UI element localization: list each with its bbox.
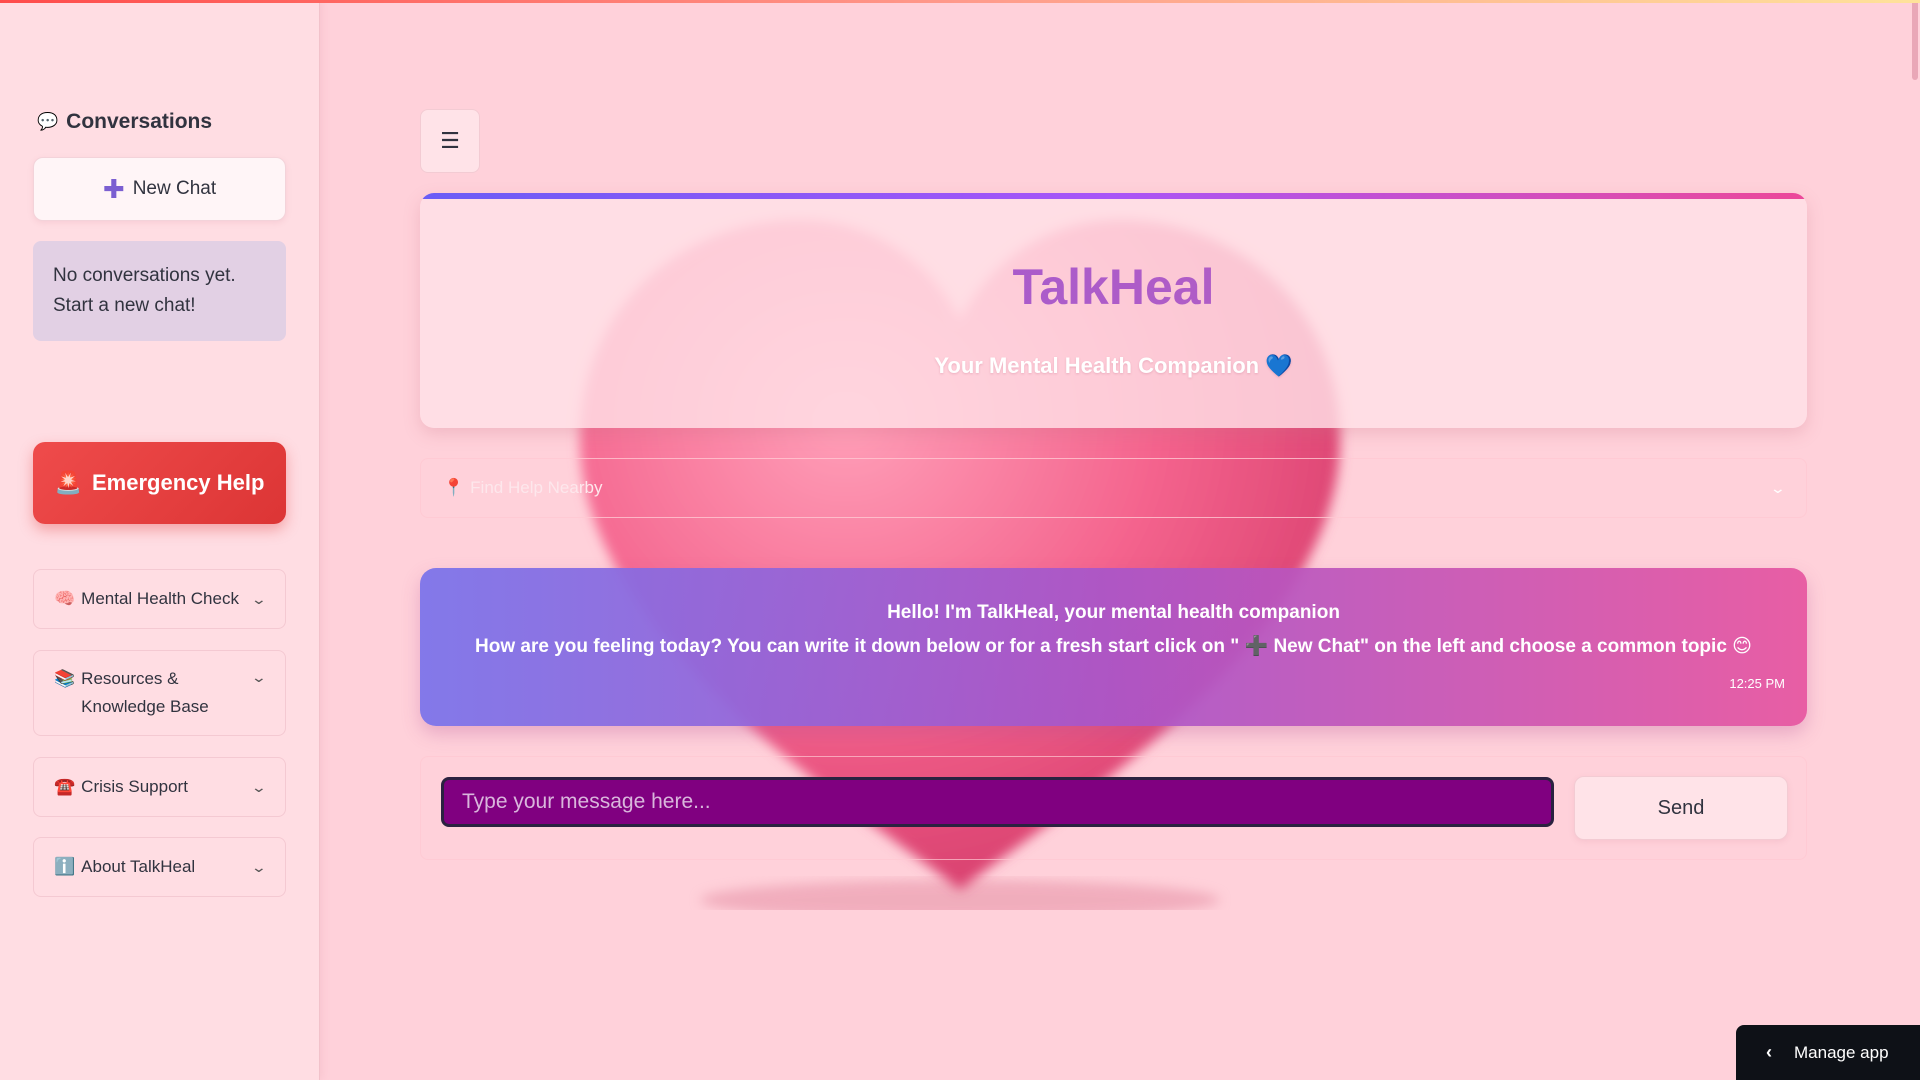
info-icon: ℹ️ bbox=[54, 857, 76, 876]
brain-icon: 🧠 bbox=[54, 589, 76, 608]
chevron-down-icon: ⌄ bbox=[1769, 479, 1787, 496]
message-greeting: Hello! I'm TalkHeal, your mental health … bbox=[887, 602, 1340, 623]
app-title: TalkHeal bbox=[420, 258, 1807, 316]
no-conversations-notice: No conversations yet. Start a new chat! bbox=[33, 241, 286, 341]
chevron-left-icon: ‹ bbox=[1766, 1042, 1772, 1062]
top-decoration-strip bbox=[0, 0, 1920, 3]
message-timestamp: 12:25 PM bbox=[1729, 676, 1785, 691]
app-subtitle: Your Mental Health Companion 💙 bbox=[934, 353, 1293, 378]
expander-resources[interactable]: 📚 Resources & Knowledge Base ⌄ bbox=[33, 650, 286, 736]
manage-app-label: Manage app bbox=[1794, 1042, 1889, 1062]
plus-icon: ✚ bbox=[102, 174, 125, 204]
manage-app-button[interactable]: ‹ Manage app bbox=[1736, 1025, 1920, 1080]
chevron-down-icon: ⌄ bbox=[250, 778, 268, 795]
scrollbar[interactable] bbox=[1912, 0, 1918, 80]
telephone-icon: ☎️ bbox=[54, 777, 76, 796]
speech-bubble-icon: 💬 bbox=[37, 112, 59, 131]
expander-label: Resources & Knowledge Base bbox=[81, 669, 209, 716]
emergency-help-button[interactable]: 🚨 Emergency Help bbox=[33, 442, 286, 524]
expander-label: Crisis Support bbox=[81, 777, 188, 796]
chat-input-form: Send bbox=[420, 756, 1807, 860]
expander-label: Mental Health Check bbox=[81, 589, 239, 608]
conversations-title: Conversations bbox=[66, 110, 213, 133]
header-card: TalkHeal Your Mental Health Companion 💙 bbox=[420, 193, 1807, 428]
expander-mental-health-check[interactable]: 🧠 Mental Health Check ⌄ bbox=[33, 569, 286, 629]
find-help-label: Find Help Nearby bbox=[470, 478, 603, 497]
books-icon: 📚 bbox=[54, 669, 76, 688]
pin-icon: 📍 bbox=[443, 478, 465, 497]
hamburger-icon: ☰ bbox=[440, 128, 460, 153]
new-chat-label: New Chat bbox=[132, 178, 217, 199]
menu-toggle-button[interactable]: ☰ bbox=[420, 109, 480, 173]
find-help-nearby-expander[interactable]: 📍 Find Help Nearby ⌄ bbox=[420, 458, 1807, 518]
expander-crisis-support[interactable]: ☎️ Crisis Support ⌄ bbox=[33, 757, 286, 817]
emergency-help-label: Emergency Help bbox=[92, 470, 265, 495]
send-button[interactable]: Send bbox=[1574, 776, 1788, 840]
siren-icon: 🚨 bbox=[54, 470, 82, 495]
expander-label: About TalkHeal bbox=[81, 857, 196, 876]
assistant-message: Hello! I'm TalkHeal, your mental health … bbox=[420, 568, 1807, 726]
sidebar: 💬 Conversations ✚ New Chat No conversati… bbox=[0, 0, 320, 1080]
conversations-header: 💬 Conversations bbox=[37, 110, 212, 134]
message-input[interactable] bbox=[441, 777, 1554, 827]
chevron-down-icon: ⌄ bbox=[250, 669, 268, 685]
chevron-down-icon: ⌄ bbox=[250, 858, 268, 875]
message-body: How are you feeling today? You can write… bbox=[475, 636, 1752, 657]
expander-about[interactable]: ℹ️ About TalkHeal ⌄ bbox=[33, 837, 286, 897]
chevron-down-icon: ⌄ bbox=[250, 590, 268, 607]
new-chat-button[interactable]: ✚ New Chat bbox=[33, 157, 286, 221]
header-accent-bar bbox=[420, 193, 1807, 199]
